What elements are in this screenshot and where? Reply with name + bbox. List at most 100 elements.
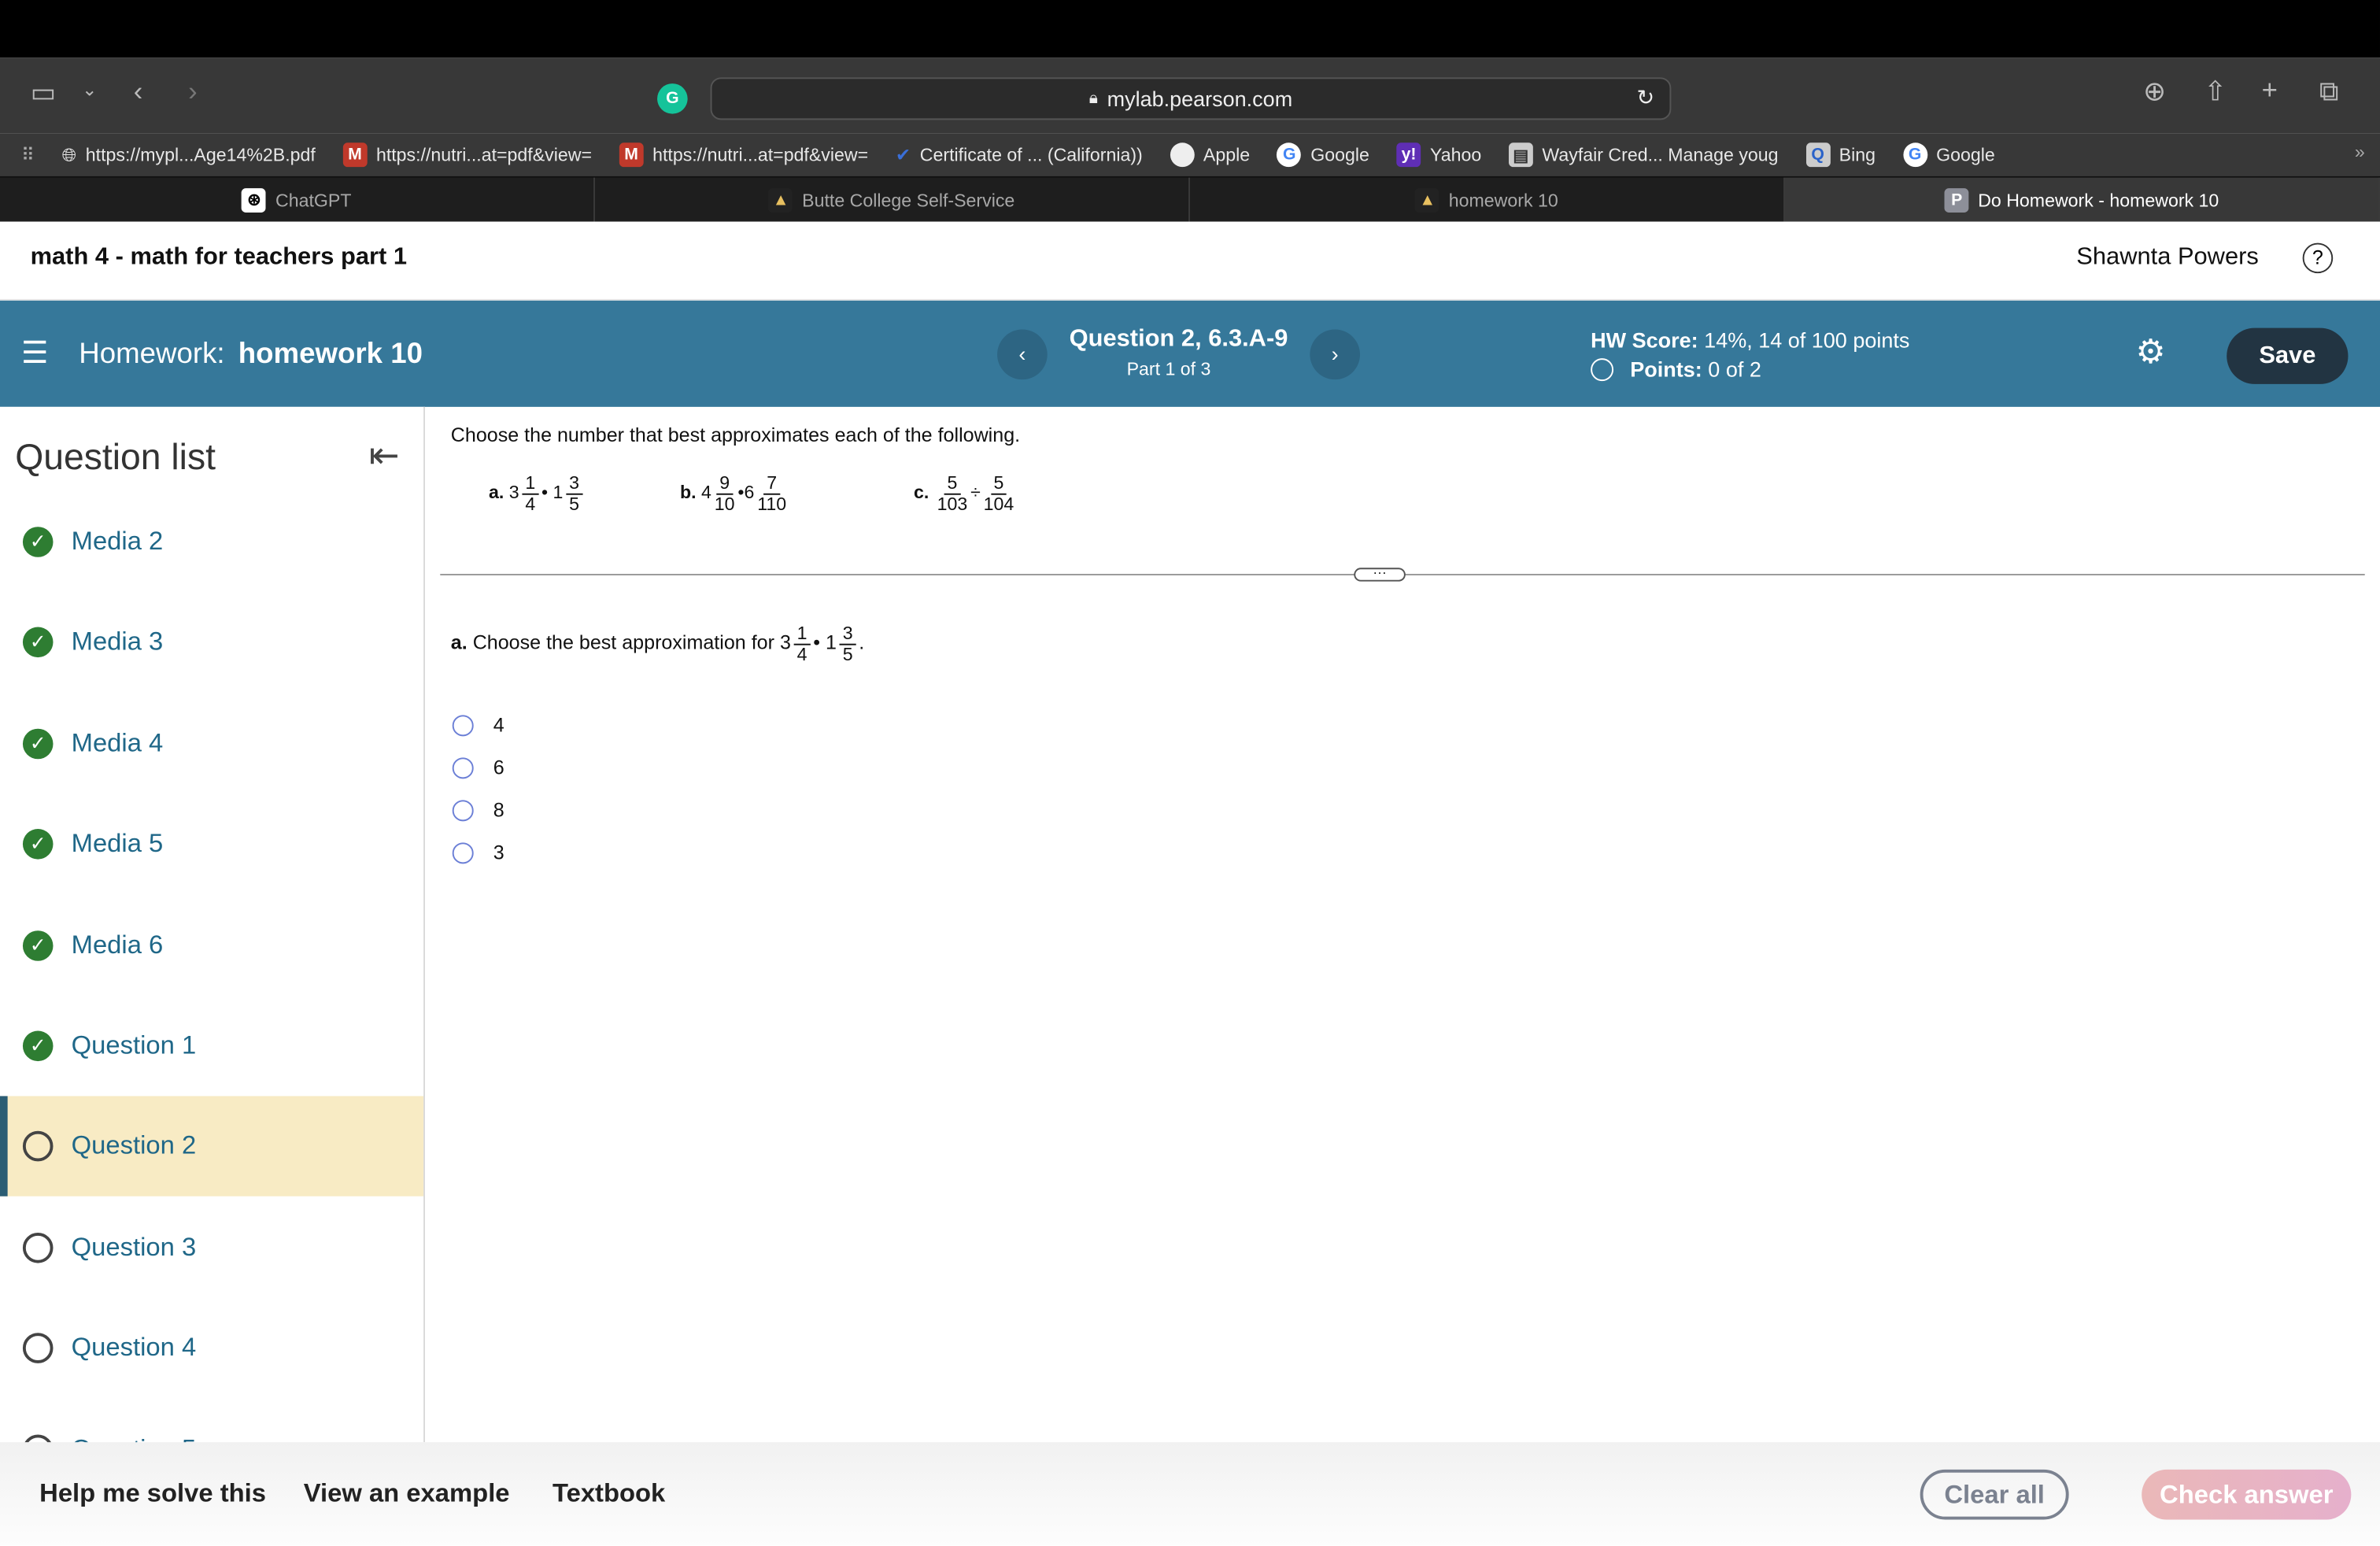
butte-logo-icon: ▲ (1415, 187, 1440, 213)
answer-option[interactable]: 6 (452, 756, 504, 779)
back-icon[interactable]: ‹ (134, 76, 143, 107)
help-me-solve-link[interactable]: Help me solve this (39, 1478, 266, 1509)
question-list-label: Media 3 (71, 627, 164, 656)
answer-option[interactable]: 3 (452, 841, 504, 864)
option-label: 3 (493, 841, 504, 864)
clear-all-button[interactable]: Clear all (1920, 1469, 2069, 1520)
bookmark[interactable]: Mhttps://nutri...at=pdf&view= (619, 142, 868, 168)
menu-icon[interactable]: ☰ (21, 334, 49, 372)
question-list-item[interactable]: ✓ Media 3 (0, 593, 423, 693)
settings-gear-icon[interactable]: ⚙ (2135, 332, 2165, 372)
question-list-title: Question list (15, 437, 216, 479)
sub-question-text: a. Choose the best approximation for 314… (450, 622, 865, 664)
butte-logo-icon: ▲ (768, 187, 793, 213)
more-bookmarks-icon[interactable]: » (2355, 141, 2365, 162)
question-list-item[interactable]: ✓ Question 1 (0, 996, 423, 1096)
question-list-label: Media 4 (71, 728, 164, 757)
bookmark[interactable]: 🌐︎ https://mypl...Age14%2B.pdf (62, 143, 316, 166)
radio-button[interactable] (452, 841, 474, 864)
address-bar[interactable]: 🔒︎ mylab.pearson.com ↻ (710, 77, 1672, 120)
apps-grid-icon[interactable]: ⠿ (21, 144, 35, 165)
m-icon: M (342, 142, 368, 168)
google-icon: G (1277, 142, 1302, 168)
bookmark[interactable]: Q Bing (1805, 142, 1876, 168)
question-list-label: Question 1 (71, 1030, 197, 1060)
check-circle-icon: ✓ (22, 1030, 54, 1062)
bookmark[interactable]: y! Yahoo (1396, 142, 1481, 168)
share-icon[interactable]: ⇧ (2204, 76, 2227, 107)
google-icon: G (1902, 142, 1927, 168)
chevron-down-icon[interactable]: ⌄ (82, 79, 97, 100)
tab-butte-college[interactable]: ▲ Butte College Self-Service (595, 177, 1190, 222)
check-answer-button[interactable]: Check answer (2142, 1469, 2352, 1520)
tabs-overview-icon[interactable]: ⧉ (2319, 76, 2339, 107)
textbook-link[interactable]: Textbook (552, 1478, 665, 1509)
tab-homework[interactable]: ▲ homework 10 (1190, 177, 1785, 222)
m-icon: M (619, 142, 644, 168)
previous-question-button[interactable]: ‹ (997, 329, 1048, 380)
grammarly-icon[interactable]: G (657, 83, 688, 114)
expression-a: a. 3 1 4 • 135 (489, 473, 586, 514)
check-circle-icon: ✓ (22, 829, 54, 860)
question-list-item[interactable]: ✓ Media 4 (0, 693, 423, 793)
sidebar-icon[interactable]: ▭ (31, 77, 57, 109)
save-button[interactable]: Save (2227, 327, 2349, 384)
footer-bar: Help me solve this View an example Textb… (0, 1442, 2380, 1546)
user-name[interactable]: Shawnta Powers (2076, 244, 2259, 272)
radio-button[interactable] (452, 799, 474, 821)
next-question-button[interactable]: › (1310, 329, 1360, 380)
question-list-label: Media 5 (71, 829, 164, 859)
question-list-sidebar: Question list ⇤ ✓ Media 2 ✓ Media 3 ✓ Media 4… (0, 406, 425, 1465)
radio-button[interactable] (452, 714, 474, 736)
reload-icon[interactable]: ↻ (1637, 85, 1655, 111)
question-title: Question 2, 6.3.A-9 (1069, 326, 1288, 353)
bookmark[interactable]: G Google (1277, 142, 1369, 168)
apple-icon (1170, 142, 1195, 168)
globe-icon: 🌐︎ (61, 143, 77, 165)
view-example-link[interactable]: View an example (304, 1478, 510, 1509)
forward-icon[interactable]: › (188, 76, 198, 107)
option-label: 4 (493, 713, 504, 737)
expand-handle[interactable]: ··· (1354, 565, 1406, 582)
expression-b: b. 4 9 10 •6 7 110 (679, 472, 787, 515)
question-list-item[interactable]: Question 2 (0, 1097, 424, 1197)
instruction-text: Choose the number that best approximates… (450, 423, 1021, 446)
card-icon: ▤ (1508, 142, 1533, 168)
homework-name: homework 10 (238, 338, 423, 371)
tab-do-homework[interactable]: P Do Homework - homework 10 (1784, 177, 2380, 222)
question-list-item[interactable]: Question 4 (0, 1298, 423, 1398)
course-title: math 4 - math for teachers part 1 (30, 244, 408, 271)
question-list-item[interactable]: ✓ Media 6 (0, 895, 423, 995)
option-label: 6 (493, 756, 504, 779)
check-circle-icon: ✓ (22, 527, 54, 557)
question-list-item[interactable]: ✓ Media 2 (0, 492, 423, 592)
bookmark[interactable]: G Google (1902, 142, 1995, 168)
help-icon[interactable]: ? (2302, 242, 2334, 274)
question-list-item[interactable]: Question 3 (0, 1197, 423, 1297)
bookmark[interactable]: ✔ Certificate of ... (California)) (896, 144, 1143, 165)
question-list-item[interactable]: ✓ Media 5 (0, 794, 423, 894)
tab-chatgpt[interactable]: ⊛ ChatGPT (0, 177, 595, 222)
bookmark[interactable]: Apple (1170, 142, 1250, 168)
question-list-label: Media 6 (71, 930, 164, 960)
option-label: 8 (493, 798, 504, 822)
new-tab-icon[interactable]: + (2262, 74, 2278, 105)
answer-option[interactable]: 4 (452, 713, 504, 737)
question-list-label: Question 4 (71, 1333, 197, 1363)
top-bar (0, 0, 2380, 58)
question-list-label: Media 2 (71, 527, 164, 556)
empty-circle-icon (22, 1232, 54, 1263)
empty-circle-icon (22, 1333, 54, 1364)
url-text: mylab.pearson.com (1107, 86, 1293, 111)
download-icon[interactable]: ⊕ (2143, 76, 2166, 107)
bookmark[interactable]: Mhttps://nutri...at=pdf&view= (342, 142, 592, 168)
points-label: Points: (1630, 357, 1702, 382)
bookmark[interactable]: ▤ Wayfair Cred... Manage youg (1508, 142, 1779, 168)
pearson-icon: P (1944, 187, 1969, 213)
answer-option[interactable]: 8 (452, 798, 504, 822)
expression-c: c. 5 103 ÷ 5 104 (913, 472, 1014, 515)
collapse-sidebar-icon[interactable]: ⇤ (369, 435, 400, 479)
tab-bar: ⊛ ChatGPT ▲ Butte College Self-Service ▲ ho… (0, 176, 2380, 222)
radio-button[interactable] (452, 756, 474, 779)
bookmarks-bar: ⠿ 🌐︎ https://mypl...Age14%2B.pdf Mhttps:/… (0, 133, 2380, 176)
